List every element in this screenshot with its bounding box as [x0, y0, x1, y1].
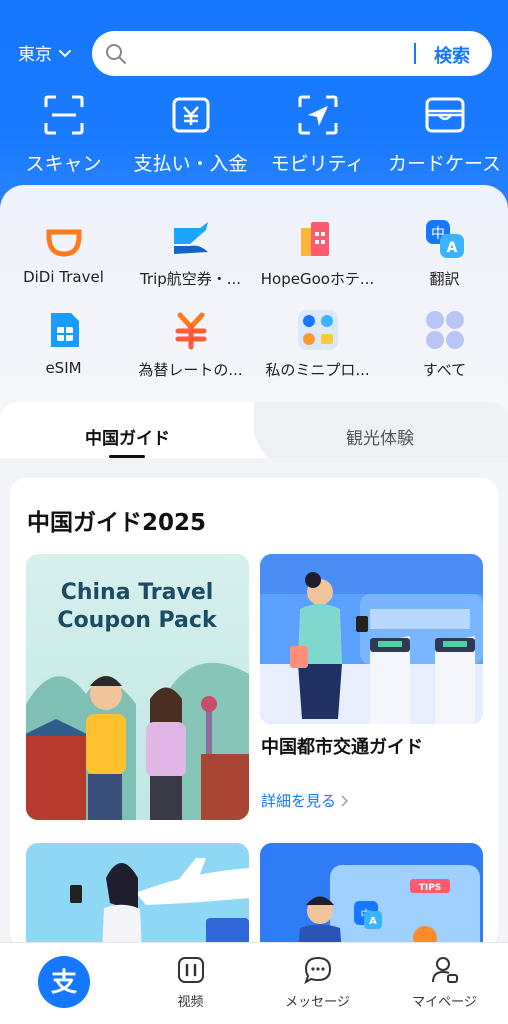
tab-china-guide[interactable]: 中国ガイド	[85, 424, 170, 449]
quick-action-mobility[interactable]: モビリティ	[254, 93, 381, 176]
app-esim[interactable]: eSIM	[0, 309, 127, 377]
airplane-traveler-illustration	[26, 843, 249, 953]
search-input[interactable]	[136, 39, 406, 69]
yen-pay-icon	[172, 97, 209, 133]
message-icon	[303, 956, 331, 985]
app-label: Trip航空券・...	[139, 270, 242, 288]
app-didi[interactable]: DiDi Travel	[0, 218, 127, 286]
profile-icon	[431, 957, 458, 983]
mobility-arrow-icon	[298, 95, 337, 135]
quick-action-pay[interactable]: 支払い・入金	[127, 93, 254, 176]
video-icon	[177, 957, 204, 983]
tab-label: マイページ	[412, 995, 477, 1010]
mini-program-icon	[297, 310, 338, 350]
app-label: DiDi Travel	[23, 268, 104, 286]
quick-action-label: モビリティ	[270, 153, 365, 175]
app-translate[interactable]: 中 A 翻訳	[381, 218, 508, 289]
transit-guide-title: 中国都市交通ガイド	[261, 737, 423, 758]
travel-card-image-2[interactable]: TIPS 中 A	[260, 843, 483, 953]
app-label: 翻訳	[429, 270, 460, 288]
chevron-right-icon	[341, 794, 349, 807]
app-exchange-rate[interactable]: 為替レートの...	[127, 309, 254, 380]
coupon-pack-illustration: China Travel Coupon Pack	[26, 554, 249, 820]
quick-action-card-case[interactable]: カードケース	[381, 93, 508, 176]
svg-text:A: A	[369, 916, 377, 927]
section-title: 中国ガイド2025	[27, 510, 207, 536]
search-bar[interactable]: 検索	[92, 31, 492, 76]
app-label: 為替レートの...	[138, 361, 243, 379]
didi-icon	[46, 229, 81, 257]
tab-curve-decoration	[230, 402, 276, 464]
app-label: 私のミニプロ...	[265, 361, 370, 379]
app-mini-programs[interactable]: 私のミニプロ...	[254, 309, 381, 380]
hotel-icon	[300, 222, 329, 256]
transit-guide-image[interactable]	[260, 554, 483, 724]
chevron-down-icon	[59, 49, 71, 57]
all-apps-icon	[425, 311, 464, 349]
svg-text:支: 支	[51, 968, 77, 998]
travel-card-image-1[interactable]	[26, 843, 249, 953]
app-label: HopeGooホテ...	[260, 270, 375, 288]
quick-action-label: 支払い・入金	[133, 153, 248, 175]
tab-messages[interactable]: メッセージ	[254, 942, 381, 1024]
app-trip-flights[interactable]: Trip航空券・...	[127, 218, 254, 289]
coupon-title-line1: China Travel	[61, 580, 214, 605]
coupon-title-line2: Coupon Pack	[57, 608, 218, 633]
home-tab[interactable]: 支	[38, 956, 90, 1008]
tab-label: 视频	[177, 995, 204, 1010]
tab-video[interactable]: 视频	[127, 942, 254, 1024]
tips-badge: TIPS	[419, 883, 442, 893]
svg-text:A: A	[446, 240, 457, 256]
translate-tips-illustration: TIPS 中 A	[260, 843, 483, 953]
app-label: すべて	[422, 361, 467, 379]
app-label: eSIM	[45, 359, 82, 377]
quick-action-label: カードケース	[387, 153, 502, 175]
quick-action-label: スキャン	[25, 153, 102, 175]
esim-icon	[50, 313, 79, 347]
coupon-pack-banner[interactable]: China Travel Coupon Pack	[26, 554, 249, 820]
city-selector[interactable]: 東京	[18, 40, 72, 65]
content-tabs: 中国ガイド 観光体験	[0, 402, 508, 464]
quick-action-scan[interactable]: スキャン	[0, 93, 127, 176]
scan-icon	[44, 95, 83, 135]
guide-more-label: 詳細を見る	[261, 792, 337, 810]
alipay-home-icon: 支	[51, 968, 77, 998]
card-case-icon	[425, 97, 464, 133]
search-icon	[106, 44, 126, 64]
city-name: 東京	[18, 45, 52, 65]
search-button[interactable]: 検索	[434, 42, 470, 68]
tab-sightseeing[interactable]: 観光体験	[346, 424, 414, 449]
translate-icon: 中 A	[425, 220, 464, 258]
exchange-rate-icon	[175, 312, 206, 350]
tab-label: メッセージ	[285, 995, 350, 1010]
guide-more-link[interactable]: 詳細を見る	[261, 790, 350, 811]
app-all[interactable]: すべて	[381, 309, 508, 380]
plane-ticket-icon	[173, 222, 208, 254]
transit-gate-illustration	[260, 554, 483, 724]
tab-my-page[interactable]: マイページ	[381, 942, 508, 1024]
search-divider	[414, 43, 416, 64]
app-hopegoo-hotel[interactable]: HopeGooホテ...	[254, 218, 381, 289]
